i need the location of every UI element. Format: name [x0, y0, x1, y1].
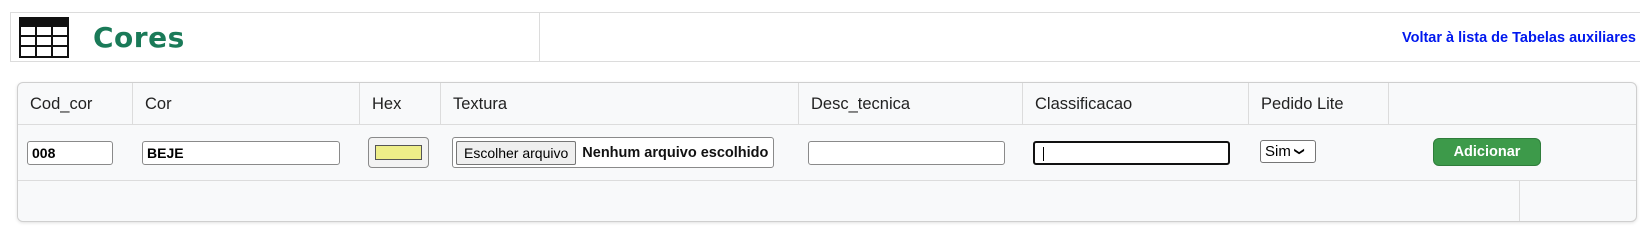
column-header-cod-cor: Cod_cor: [18, 83, 133, 125]
header-title-cell: Cores: [11, 13, 540, 61]
hex-color-fill: [375, 145, 422, 160]
textura-file-input[interactable]: Escolher arquivo Nenhum arquivo escolhid…: [452, 137, 774, 168]
cell-cor: [133, 125, 360, 181]
pedido-lite-select[interactable]: Sim ❯: [1260, 140, 1316, 163]
column-header-desc-tecnica: Desc_tecnica: [799, 83, 1023, 125]
table-header-row: Cod_cor Cor Hex Textura Desc_tecnica Cla…: [18, 83, 1636, 125]
column-header-textura: Textura: [441, 83, 799, 125]
column-header-cor: Cor: [133, 83, 360, 125]
column-header-classificacao: Classificacao: [1023, 83, 1249, 125]
pedido-lite-selected-value: Sim: [1265, 143, 1291, 160]
cell-classificacao: [1023, 125, 1249, 181]
column-header-pedido-lite: Pedido Lite: [1249, 83, 1389, 125]
cores-table: Cod_cor Cor Hex Textura Desc_tecnica Cla…: [17, 82, 1637, 222]
cell-desc-tecnica: [799, 125, 1023, 181]
text-caret: [1043, 147, 1044, 161]
cor-input[interactable]: [142, 141, 340, 165]
empty-table-area: [18, 181, 1520, 221]
desc-tecnica-input[interactable]: [808, 141, 1005, 165]
chevron-down-icon: ❯: [1293, 147, 1305, 156]
cell-actions: Adicionar: [1389, 125, 1636, 181]
table-grid-icon: [19, 17, 69, 58]
column-header-hex: Hex: [360, 83, 441, 125]
new-entry-row: Escolher arquivo Nenhum arquivo escolhid…: [18, 125, 1636, 181]
add-button[interactable]: Adicionar: [1433, 138, 1541, 166]
choose-file-button[interactable]: Escolher arquivo: [456, 140, 577, 165]
cell-textura: Escolher arquivo Nenhum arquivo escolhid…: [441, 125, 799, 181]
file-status-text: Nenhum arquivo escolhido: [582, 144, 769, 161]
back-to-aux-tables-link[interactable]: Voltar à lista de Tabelas auxiliares: [1402, 30, 1636, 46]
cell-pedido-lite: Sim ❯: [1249, 125, 1389, 181]
column-header-actions: [1389, 83, 1636, 125]
cod-cor-input[interactable]: [27, 141, 113, 165]
classificacao-input[interactable]: [1033, 141, 1230, 165]
cell-cod-cor: [18, 125, 133, 181]
page-header: Cores Voltar à lista de Tabelas auxiliar…: [10, 12, 1640, 62]
cell-hex: [360, 125, 441, 181]
hex-color-picker[interactable]: [368, 137, 429, 168]
page-title: Cores: [93, 21, 185, 54]
